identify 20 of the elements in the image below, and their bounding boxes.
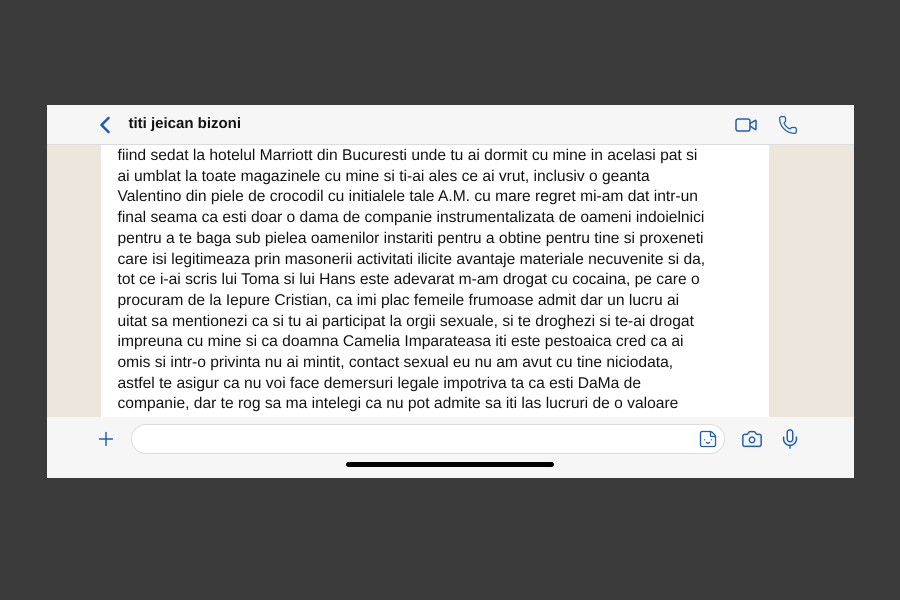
- message-text-line: omis si intr-o privinta nu ai mintit, contact sexual eu nu am avut cu tine niciodata,: [118, 353, 674, 374]
- phone-icon: [778, 114, 798, 134]
- sticker-icon[interactable]: [698, 429, 718, 449]
- message-text-line: astfel te asigur ca nu voi face demersuri legale impotriva ta ca esti DaMa de: [118, 374, 642, 394]
- message-text-line: uitat sa mentionezi ca si tu ai participat la orgii sexuale, si te droghezi si te-ai drogat: [118, 312, 695, 332]
- message-text-line: pentru a te baga sub pielea oamenilor instariti pentru a obtine pentru tine si proxeneti: [118, 228, 705, 249]
- message-text-line: final seama ca esti doar o dama de companie instrumentalizata de oameni indoielnici: [118, 208, 706, 228]
- message-text-line: care isi legitimeaza prin masonerii activitati ilicite avantaje materiale necuvenite si da,: [118, 250, 706, 270]
- message-text-line: companie, dar te rog sa ma intelegi ca nu pot admite sa iti las lucruri de o valoare: [118, 394, 680, 414]
- message-text-line: tot ce i-ai scris lui Toma si lui Hans este adevarat m-am drogat cu cocaina, pe care o: [118, 270, 701, 290]
- camera-icon: [740, 428, 762, 450]
- message-text-line: fiind sedat la hotelul Marriott din Bucuresti unde tu ai dormit cu mine in acelasi pat si: [118, 146, 698, 166]
- message-text-line: ai umblat la toate magazinele cu mine si ti-ai ales ce ai vrut, inclusiv o geanta: [118, 166, 651, 187]
- contact-name: titi jeican bizoni: [128, 114, 242, 134]
- message-text-line: procuram de la Iepure Cristian, ca imi plac femeile frumoase admit dar un lucru ai: [118, 290, 680, 311]
- phone-call-button[interactable]: [778, 114, 798, 134]
- message-text-line: Valentino din piele de crocodil cu initialele tale A.M. cu mare regret mi-am dat intr-un: [118, 187, 699, 208]
- message-text-line: impreuna cu mine si ca doamna Camelia Imparateasa iti este pestoaica cred ca ai: [118, 332, 684, 352]
- message-input-field[interactable]: [130, 424, 724, 454]
- camera-button[interactable]: [740, 428, 762, 450]
